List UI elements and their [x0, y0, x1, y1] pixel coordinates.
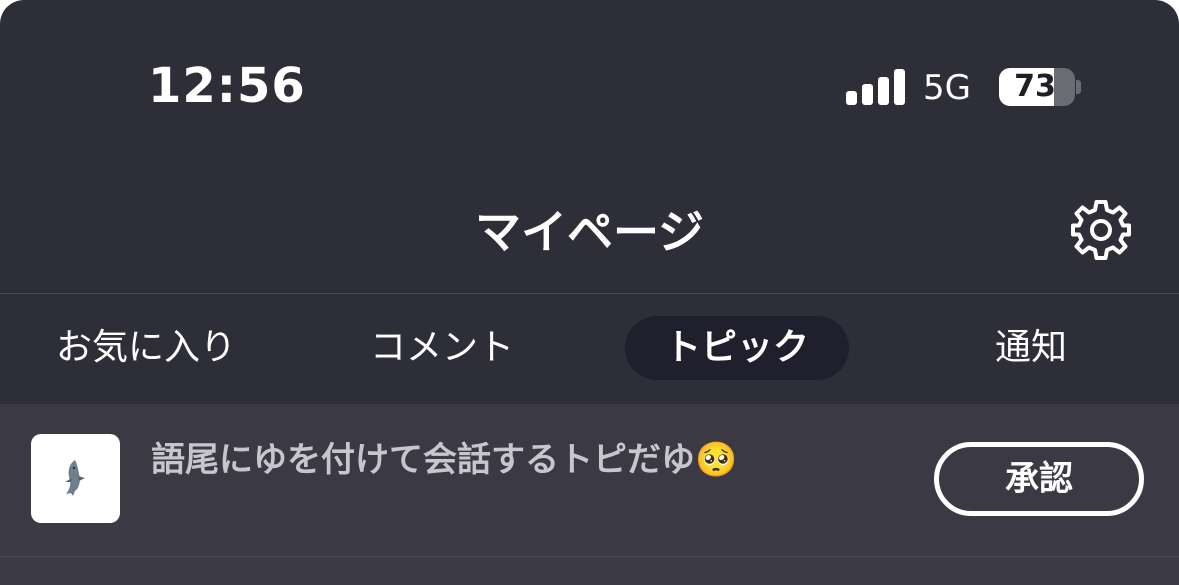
tab-comments[interactable]: コメント [344, 316, 540, 380]
signal-icon [846, 69, 906, 105]
network-label: 5G [923, 68, 971, 108]
topic-thumbnail [31, 434, 120, 523]
row-divider [0, 556, 1179, 557]
gear-icon[interactable] [1068, 197, 1134, 263]
header: マイページ [0, 180, 1179, 293]
dolphin-icon [65, 460, 85, 496]
tab-notifications[interactable]: 通知 [962, 316, 1100, 380]
list-item[interactable]: 語尾にゆを付けて会話するトピだゆ🥺 承認 [0, 404, 1179, 556]
status-time: 12:56 [148, 58, 306, 114]
battery-level: 73 [1014, 69, 1056, 104]
topic-title[interactable]: 語尾にゆを付けて会話するトピだゆ🥺 [151, 432, 737, 481]
approve-button[interactable]: 承認 [934, 442, 1144, 516]
topic-list: 語尾にゆを付けて会話するトピだゆ🥺 承認 [0, 404, 1179, 585]
page-title: マイページ [474, 205, 705, 259]
status-bar: 12:56 5G 73 [0, 0, 1179, 180]
battery-icon: 73 [999, 68, 1075, 106]
tab-bar: お気に入り コメント トピック 通知 [0, 294, 1179, 404]
tab-topics[interactable]: トピック [625, 316, 849, 380]
screen: 12:56 5G 73 マイページ お気に入り コメント トピック 通知 語尾に… [0, 0, 1179, 585]
battery-nub [1076, 80, 1081, 94]
tab-favorites[interactable]: お気に入り [40, 316, 252, 380]
